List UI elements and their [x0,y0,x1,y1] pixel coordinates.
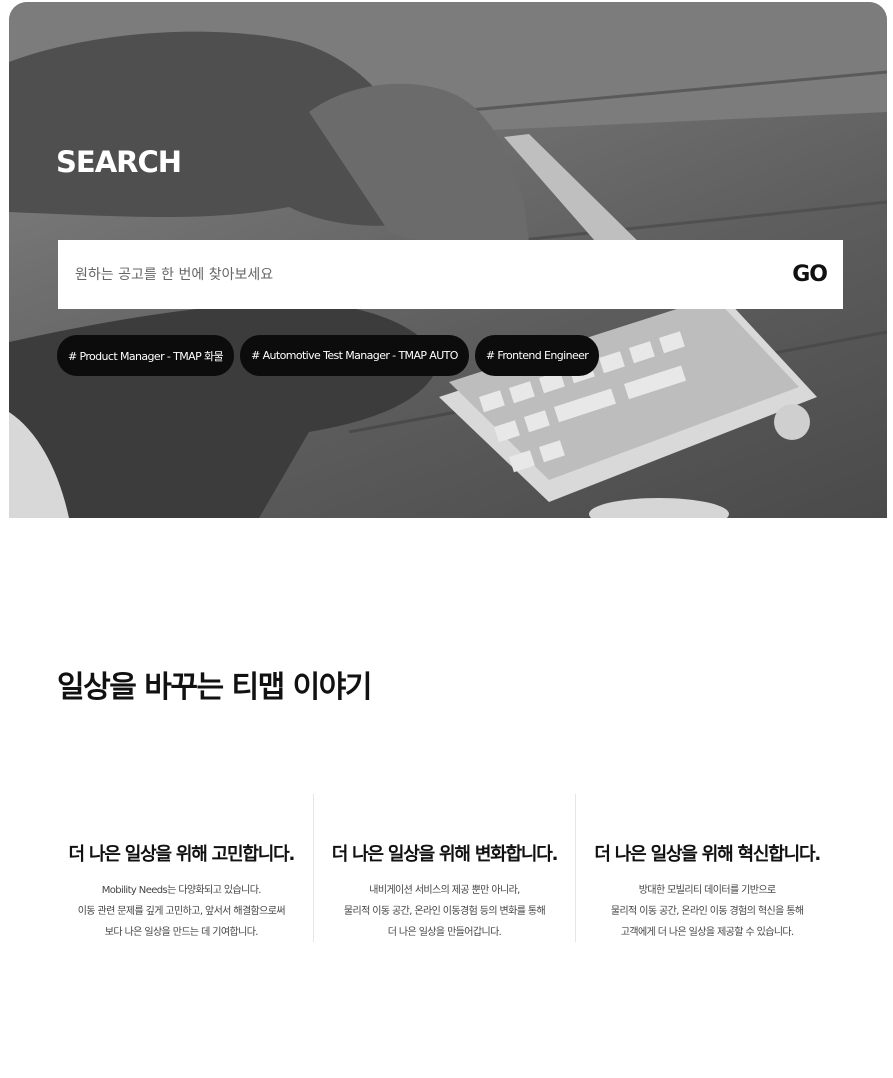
story-card: 더 나은 일상을 위해 고민합니다. Mobility Needs는 다양화되고… [50,794,313,942]
popular-tags: # Product Manager - TMAP 화물 # Automotive… [57,335,600,376]
card-title: 더 나은 일상을 위해 변화합니다. [331,844,559,865]
tag-automotive-test-manager[interactable]: # Automotive Test Manager - TMAP AUTO [240,335,469,376]
card-description: 내비게이션 서비스의 제공 뿐만 아니라, 물리적 이동 공간, 온라인 이동경… [343,880,546,943]
tag-product-manager[interactable]: # Product Manager - TMAP 화물 [57,335,235,376]
card-title: 더 나은 일상을 위해 고민합니다. [68,844,296,865]
card-title: 더 나은 일상을 위해 혁신합니다. [594,844,821,865]
story-card: 더 나은 일상을 위해 혁신합니다. 방대한 모빌리티 데이터를 기반으로 물리… [575,794,838,942]
search-bar: GO [58,240,843,309]
card-line: 보다 나은 일상을 만드는 데 기여합니다. [104,927,259,938]
card-line: 이동 관련 문제를 깊게 고민하고, 앞서서 해결함으로써 [77,906,286,917]
card-line: 내비게이션 서비스의 제공 뿐만 아니라, [369,885,520,896]
story-cards: 더 나은 일상을 위해 고민합니다. Mobility Needs는 다양화되고… [50,794,838,942]
card-line: 방대한 모빌리티 데이터를 기반으로 [638,885,776,896]
search-title: SEARCH [56,145,182,179]
card-line: 물리적 이동 공간, 온라인 이동경험 등의 변화를 통해 [343,906,546,917]
card-line: 더 나은 일상을 만들어갑니다. [387,927,502,938]
card-description: 방대한 모빌리티 데이터를 기반으로 물리적 이동 공간, 온라인 이동 경험의… [611,880,804,943]
section-title: 일상을 바꾸는 티맵 이야기 [57,670,372,705]
tag-frontend-engineer[interactable]: # Frontend Engineer [474,335,600,376]
card-line: 고객에게 더 나은 일상을 제공할 수 있습니다. [620,927,794,938]
card-line: Mobility Needs는 다양화되고 있습니다. [101,885,262,896]
card-line: 물리적 이동 공간, 온라인 이동 경험의 혁신을 통해 [610,906,804,917]
hero-banner: SEARCH GO # Product Manager - TMAP 화물 # … [9,2,887,518]
card-description: Mobility Needs는 다양화되고 있습니다. 이동 관련 문제를 깊게… [77,880,286,943]
search-input[interactable] [75,266,675,283]
go-button[interactable]: GO [792,262,828,287]
story-card: 더 나은 일상을 위해 변화합니다. 내비게이션 서비스의 제공 뿐만 아니라,… [312,794,576,943]
